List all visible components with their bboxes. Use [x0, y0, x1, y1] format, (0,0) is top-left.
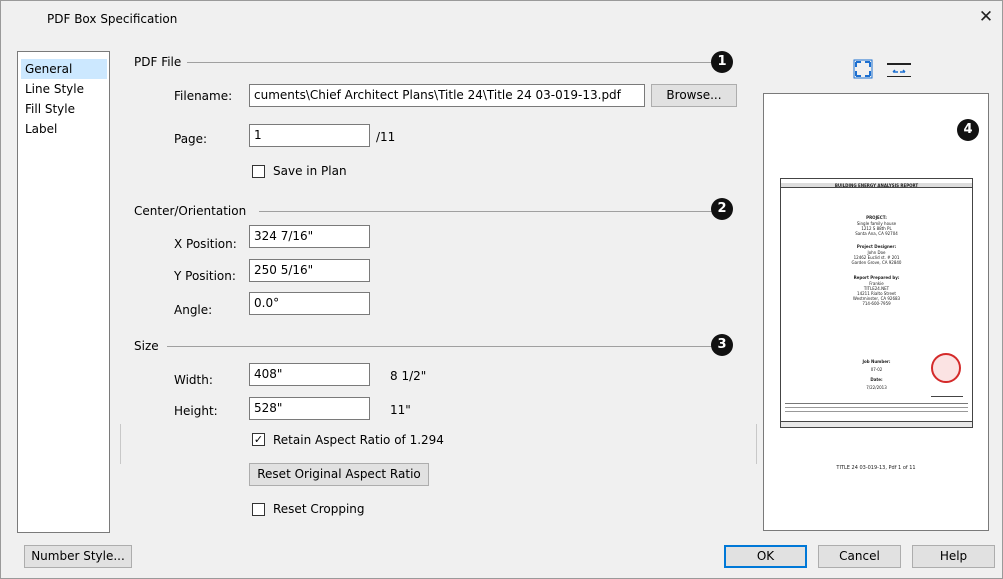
callout-badge-3: 3: [711, 334, 733, 356]
close-icon[interactable]: ✕: [976, 7, 996, 27]
project-heading: PROJECT:: [866, 215, 887, 220]
y-position-field[interactable]: 250 5/16": [249, 259, 370, 282]
angle-label: Angle:: [174, 303, 213, 317]
page-label: Page:: [174, 132, 208, 146]
callout-badge-4: 4: [957, 119, 979, 141]
callout-badge-1: 1: [711, 51, 733, 73]
cancel-button[interactable]: Cancel: [818, 545, 901, 568]
date-value: 7/22/2013: [866, 385, 887, 390]
width-original: 8 1/2": [390, 369, 427, 383]
help-button[interactable]: Help: [912, 545, 995, 568]
section-divider: [187, 62, 712, 63]
doc-header-bar: BUILDING ENERGY ANALYSIS REPORT: [781, 183, 972, 188]
doc-header-text: BUILDING ENERGY ANALYSIS REPORT: [834, 183, 919, 188]
designer-line: Garden Grove, CA 92840: [851, 260, 902, 265]
x-position-field[interactable]: 324 7/16": [249, 225, 370, 248]
doc-footer-bar: [781, 421, 972, 427]
designer-heading: Project Designer:: [856, 244, 897, 249]
section-divider: [167, 346, 712, 347]
height-field[interactable]: 528": [249, 397, 370, 420]
callout-badge-2: 2: [711, 198, 733, 220]
retain-aspect-label: Retain Aspect Ratio of 1.294: [273, 433, 444, 447]
reset-cropping-checkbox[interactable]: [252, 503, 265, 516]
x-position-label: X Position:: [174, 237, 237, 251]
nav-item-general[interactable]: General: [21, 59, 107, 79]
pdf-box-dialog: PDF Box Specification ✕ General Line Sty…: [0, 0, 1003, 579]
splitter-handle-left[interactable]: [120, 424, 121, 464]
nav-item-line-style[interactable]: Line Style: [21, 79, 107, 99]
page-field[interactable]: 1: [249, 124, 370, 147]
browse-button[interactable]: Browse...: [651, 84, 737, 107]
dialog-title: PDF Box Specification: [47, 12, 178, 26]
section-divider: [259, 211, 712, 212]
reset-cropping-label: Reset Cropping: [273, 502, 365, 516]
size-section-label: Size: [134, 339, 159, 353]
nav-item-label[interactable]: Label: [21, 119, 107, 139]
retain-aspect-checkbox[interactable]: ✓: [252, 433, 265, 446]
doc-rule: [785, 411, 968, 412]
height-original: 11": [390, 403, 411, 417]
doc-rule: [785, 403, 968, 404]
category-list: General Line Style Fill Style Label: [17, 51, 110, 533]
width-label: Width:: [174, 373, 213, 387]
prepared-line: 714-600-7959: [862, 301, 891, 306]
filename-field[interactable]: cuments\Chief Architect Plans\Title 24\T…: [249, 84, 645, 107]
pdf-page-thumbnail: BUILDING ENERGY ANALYSIS REPORT PROJECT:…: [780, 178, 973, 428]
filename-label: Filename:: [174, 89, 233, 103]
pdf-file-section-label: PDF File: [134, 55, 182, 69]
page-total: /11: [376, 130, 396, 144]
fill-window-icon[interactable]: [853, 59, 873, 79]
save-in-plan-checkbox[interactable]: [252, 165, 265, 178]
project-line: Santa Ana, CA 92704: [855, 231, 898, 236]
save-in-plan-label: Save in Plan: [273, 164, 347, 178]
width-field[interactable]: 408": [249, 363, 370, 386]
ok-button[interactable]: OK: [724, 545, 807, 568]
height-label: Height:: [174, 404, 218, 418]
fit-width-icon[interactable]: [885, 59, 913, 79]
pdf-preview-pane: 4 BUILDING ENERGY ANALYSIS REPORT PROJEC…: [763, 93, 989, 531]
reset-aspect-ratio-button[interactable]: Reset Original Aspect Ratio: [249, 463, 429, 486]
nav-item-fill-style[interactable]: Fill Style: [21, 99, 107, 119]
y-position-label: Y Position:: [174, 269, 236, 283]
page-caption: TITLE 24 03-019-13, Pdf 1 of 11: [836, 465, 916, 471]
angle-field[interactable]: 0.0°: [249, 292, 370, 315]
signature-icon: [931, 391, 963, 397]
check-mark-icon: ✓: [253, 433, 264, 446]
doc-rule: [785, 407, 968, 408]
number-style-button[interactable]: Number Style...: [24, 545, 132, 568]
splitter-handle-right[interactable]: [756, 424, 757, 464]
prepared-heading: Report Prepared by:: [853, 275, 900, 280]
seal-stamp-icon: [931, 353, 961, 383]
center-orientation-section-label: Center/Orientation: [134, 204, 247, 218]
